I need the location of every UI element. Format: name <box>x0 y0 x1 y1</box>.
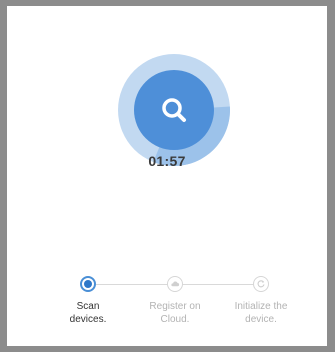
step-connector-2 <box>182 284 255 285</box>
step-initialize-label: Initialize the device. <box>234 301 288 325</box>
search-icon <box>155 91 193 129</box>
step-scan-label: Scan devices. <box>69 301 107 325</box>
step-scan-indicator <box>80 276 96 292</box>
device-scan-screen: 01:57 Scan devices. Register on Cloud. I… <box>7 6 327 346</box>
step-connector-1 <box>96 284 169 285</box>
scan-timer: 01:57 <box>148 153 186 169</box>
scan-progress-indicator <box>118 54 230 166</box>
step-register-label: Register on Cloud. <box>149 301 201 325</box>
step-register-indicator <box>167 276 183 292</box>
step-initialize-indicator <box>253 276 269 292</box>
